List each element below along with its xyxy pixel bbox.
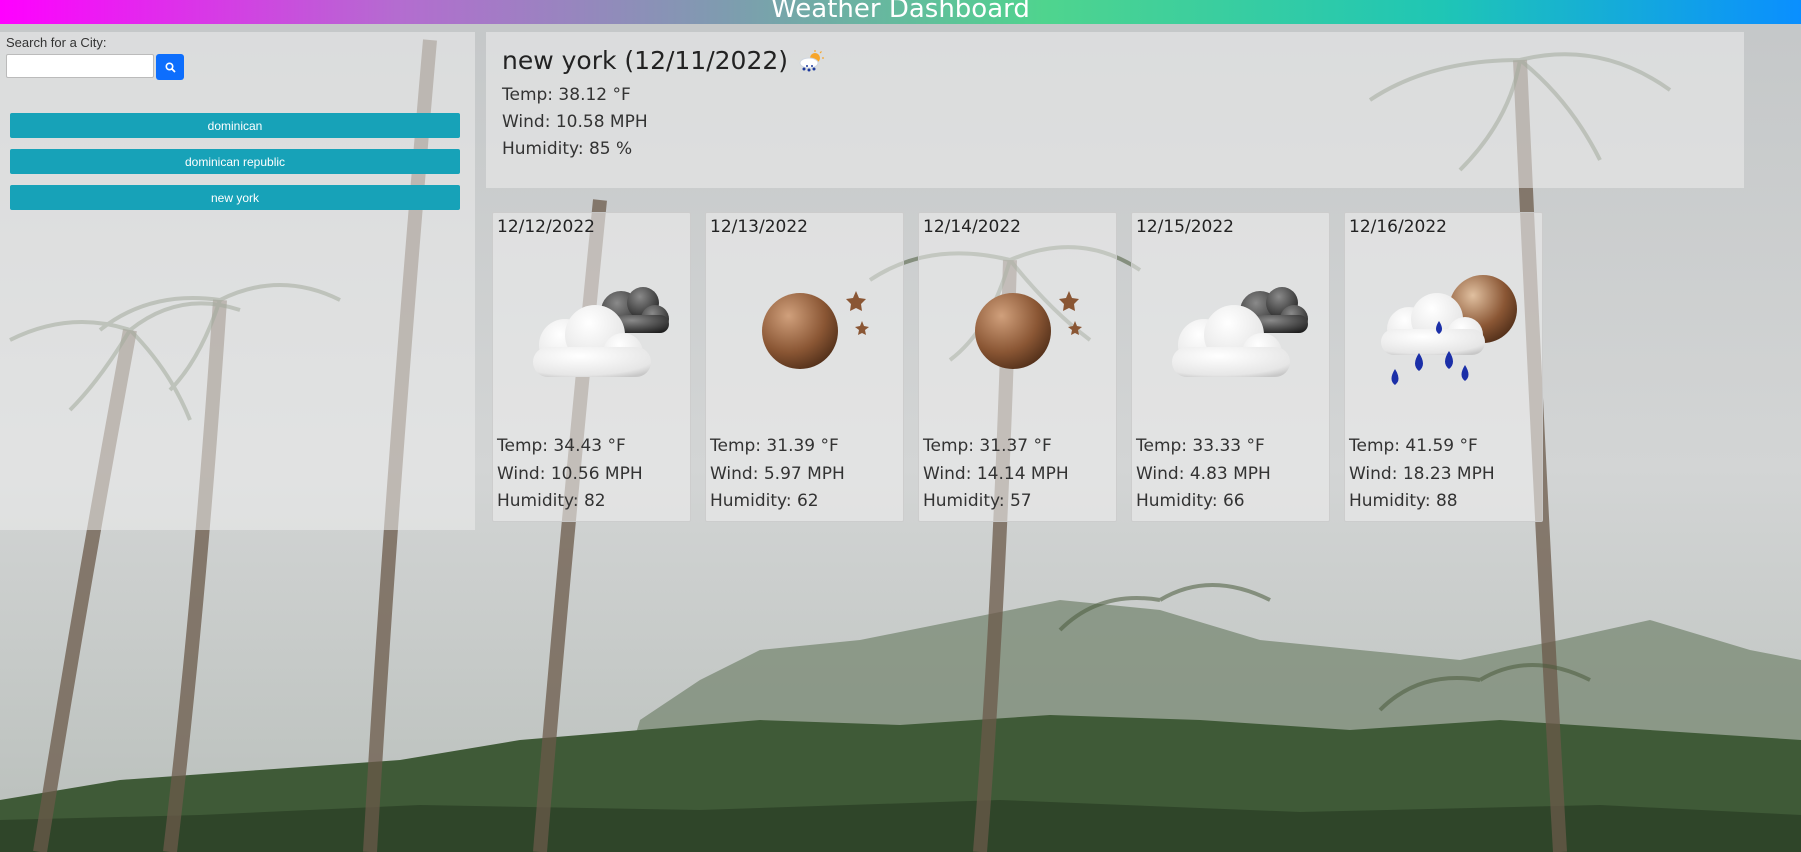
forecast-temp: Temp: 31.37 °F — [923, 436, 1052, 456]
history-button-dominican[interactable]: dominican — [10, 113, 460, 138]
forecast-card: 12/15/2022 Temp: 33.33 °F Wind: 4.83 MPH… — [1131, 212, 1330, 522]
current-city-title: new york (12/11/2022) — [502, 46, 789, 75]
forecast-details: Temp: 31.37 °F Wind: 14.14 MPH Humidity:… — [923, 433, 1069, 516]
current-title-row: new york (12/11/2022) — [502, 46, 1728, 75]
current-weather-panel: new york (12/11/2022) Temp: 38.12 °F Win… — [486, 32, 1744, 188]
forecast-temp: Temp: 31.39 °F — [710, 436, 839, 456]
forecast-date: 12/15/2022 — [1136, 217, 1234, 237]
moon-stars-icon — [762, 291, 869, 369]
forecast-date: 12/12/2022 — [497, 217, 595, 237]
forecast-card: 12/13/2022 Temp: 31.39 °F Wind: 5.97 MPH… — [705, 212, 904, 522]
current-wind: Wind: 10.58 MPH — [502, 112, 648, 132]
forecast-details: Temp: 31.39 °F Wind: 5.97 MPH Humidity: … — [710, 433, 845, 516]
forecast-details: Temp: 33.33 °F Wind: 4.83 MPH Humidity: … — [1136, 433, 1271, 516]
search-history: dominican dominican republic new york — [10, 113, 460, 221]
current-temp: Temp: 38.12 °F — [502, 85, 631, 105]
forecast-card: 12/12/2022 Temp: 34.43 °F Wind: 10.56 MP… — [492, 212, 691, 522]
forecast-temp: Temp: 33.33 °F — [1136, 436, 1265, 456]
forecast-humidity: Humidity: 88 — [1349, 491, 1458, 511]
forecast-date: 12/14/2022 — [923, 217, 1021, 237]
forecast-date: 12/16/2022 — [1349, 217, 1447, 237]
search-icon — [164, 61, 176, 73]
forecast-wind: Wind: 5.97 MPH — [710, 463, 845, 484]
forecast-wind: Wind: 14.14 MPH — [923, 463, 1069, 484]
search-button[interactable] — [156, 54, 184, 80]
app-title: Weather Dashboard — [771, 0, 1030, 24]
forecast-card: 12/14/2022 Temp: 31.37 °F Wind: 14.14 MP… — [918, 212, 1117, 522]
history-button-dominican-republic[interactable]: dominican republic — [10, 149, 460, 174]
app-header: Weather Dashboard — [0, 0, 1801, 24]
forecast-humidity: Humidity: 82 — [497, 491, 606, 511]
forecast-temp: Temp: 41.59 °F — [1349, 436, 1478, 456]
forecast-date: 12/13/2022 — [710, 217, 808, 237]
forecast-card: 12/16/2022 Temp: 41.59 °F Wind: 18.23 MP… — [1344, 212, 1543, 522]
history-button-new-york[interactable]: new york — [10, 185, 460, 210]
current-humidity: Humidity: 85 % — [502, 139, 633, 159]
forecast-humidity: Humidity: 57 — [923, 491, 1032, 511]
cloud-night-icon — [533, 287, 669, 377]
moon-stars-icon — [975, 291, 1082, 369]
five-day-forecast: 12/12/2022 Temp: 34.43 °F Wind: 10.56 MP… — [0, 212, 1801, 522]
search-label: Search for a City: — [6, 35, 107, 50]
search-input[interactable] — [6, 54, 154, 78]
forecast-details: Temp: 34.43 °F Wind: 10.56 MPH Humidity:… — [497, 433, 643, 516]
forecast-wind: Wind: 10.56 MPH — [497, 463, 643, 484]
cloud-night-icon — [1172, 287, 1308, 377]
forecast-details: Temp: 41.59 °F Wind: 18.23 MPH Humidity:… — [1349, 433, 1495, 516]
forecast-wind: Wind: 4.83 MPH — [1136, 463, 1271, 484]
rain-moon-icon — [1381, 275, 1517, 385]
forecast-humidity: Humidity: 66 — [1136, 491, 1245, 511]
forecast-humidity: Humidity: 62 — [710, 491, 819, 511]
forecast-temp: Temp: 34.43 °F — [497, 436, 626, 456]
snow-sun-icon — [799, 49, 825, 71]
forecast-wind: Wind: 18.23 MPH — [1349, 463, 1495, 484]
